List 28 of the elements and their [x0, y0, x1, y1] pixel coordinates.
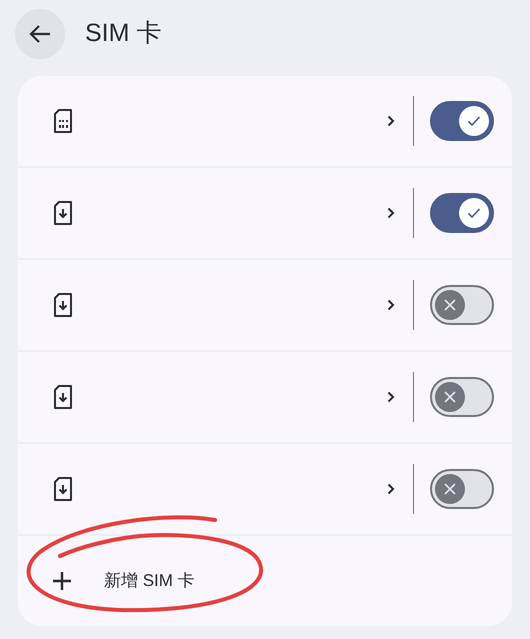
toggle-switch[interactable]: [430, 469, 494, 509]
sim-row[interactable]: [18, 352, 512, 442]
toggle-switch[interactable]: [430, 193, 494, 233]
back-arrow-icon: [29, 24, 51, 44]
toggle-switch[interactable]: [430, 377, 494, 417]
chevron-icon: [387, 391, 395, 403]
close-icon: [443, 390, 457, 404]
sim-download-icon: [52, 384, 74, 410]
toggle-switch[interactable]: [430, 285, 494, 325]
sim-row[interactable]: [18, 168, 512, 258]
chevron-icon: [387, 207, 395, 219]
toggle-switch[interactable]: [430, 101, 494, 141]
chevron-icon: [387, 299, 395, 311]
plus-icon: [52, 571, 72, 591]
sim-card-icon: [52, 108, 74, 134]
close-icon: [443, 482, 457, 496]
sim-download-icon: [52, 476, 74, 502]
sim-row[interactable]: [18, 444, 512, 534]
sim-download-icon: [52, 292, 74, 318]
close-icon: [443, 298, 457, 312]
sim-download-icon: [52, 200, 74, 226]
chevron-icon: [387, 483, 395, 495]
sim-row[interactable]: [18, 260, 512, 350]
add-sim-label[interactable]: 新增 SIM 卡: [104, 568, 195, 594]
chevron-icon: [387, 115, 395, 127]
sim-row[interactable]: [18, 76, 512, 166]
page-title: SIM 卡: [85, 18, 162, 50]
back-button[interactable]: [15, 9, 65, 59]
